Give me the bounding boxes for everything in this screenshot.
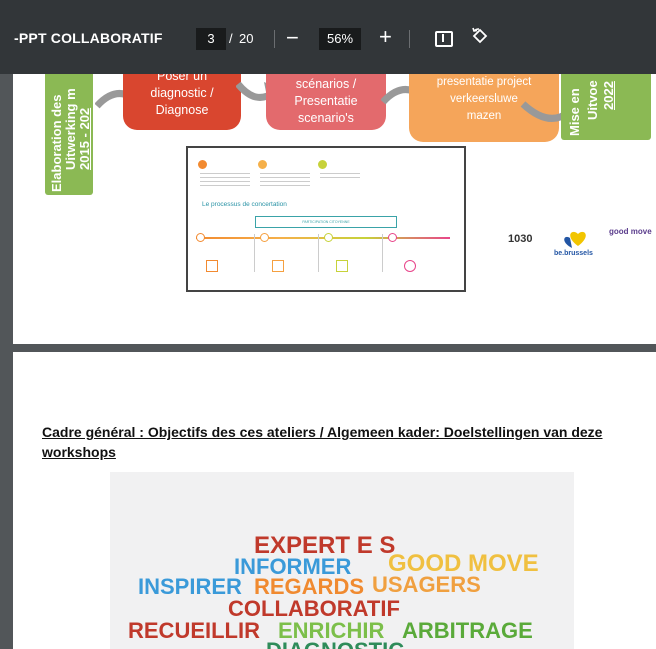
fit-page-icon[interactable] (435, 31, 453, 47)
be-brussels-text: be.brussels (554, 250, 593, 257)
word-cloud-word: USAGERS (372, 572, 481, 597)
step-marker (198, 160, 207, 169)
step-marker (318, 160, 327, 169)
timeline-end-line2: Uitvoe (585, 80, 600, 120)
rotate-icon[interactable] (470, 27, 490, 47)
pdf-toolbar: -PPT COLLABORATIF 3 / 20 − 56% + (0, 0, 656, 74)
toolbar-divider (409, 30, 410, 48)
document-icon (206, 260, 218, 272)
timeline-end-line1: Mise en (567, 88, 582, 136)
word-cloud-word: ARBITRAGE (402, 618, 533, 643)
schaerbeek-logo: 1030 (508, 233, 533, 245)
step-diagnose-line2: diagnostic / (150, 86, 214, 100)
word-cloud-word: RECUEILLIR (128, 618, 260, 643)
step-scenarios-line1: scénarios / (295, 77, 357, 91)
step-scenarios-line3: scenario's (298, 111, 354, 125)
timeline-start-line3: 2015 - 202 (77, 107, 92, 170)
pdf-page-3: Cadre général : Objectifs des ces atelie… (13, 352, 656, 649)
timeline-node (388, 233, 397, 242)
word-cloud-word: DIAGNOSTIC (266, 640, 404, 649)
timeline-node (324, 233, 333, 242)
page-total: 20 (239, 31, 254, 46)
zoom-in-button[interactable]: + (379, 22, 392, 52)
timeline-node (196, 233, 205, 242)
word-cloud-word: REGARDS (254, 574, 365, 599)
step-description (320, 172, 360, 180)
process-timeline (196, 237, 450, 239)
good-move-logo: good move (609, 227, 652, 236)
process-title: Le processus de concertation (202, 201, 287, 208)
concertation-process-diagram: Le processus de concertation PARTICIPATI… (186, 146, 466, 292)
section-heading: Cadre général : Objectifs des ces atelie… (42, 424, 603, 460)
toolbar-divider (274, 30, 275, 48)
page-separator: / (229, 31, 233, 46)
zoom-level-input[interactable]: 56% (319, 28, 361, 50)
word-cloud: EXPERT E S INFORMER GOOD MOVE INSPIRER R… (110, 472, 574, 649)
timeline-end-line3: 2022 (601, 81, 616, 110)
step-description (260, 172, 310, 186)
participation-bar: PARTICIPATION CITOYENNE (255, 216, 397, 228)
divider (254, 234, 255, 272)
document-title: -PPT COLLABORATIF (14, 30, 163, 46)
step-diagnose-line3: Diagnose (155, 103, 209, 117)
people-icon (404, 260, 416, 272)
zoom-out-button[interactable]: − (286, 23, 299, 53)
step-presentatie-line1: presentatie project (436, 76, 532, 88)
timeline-node (260, 233, 269, 242)
document-icon (272, 260, 284, 272)
timeline-start-box: Elaboration des Uitwerking m 2015 - 202 (45, 60, 93, 195)
word-cloud-word: INSPIRER (138, 574, 242, 599)
step-scenarios-line2: Presentatie (294, 94, 358, 108)
step-marker (258, 160, 267, 169)
divider (382, 234, 383, 272)
word-cloud-word: COLLABORATIF (228, 596, 400, 621)
page-number-input[interactable]: 3 (196, 28, 226, 50)
divider (318, 234, 319, 272)
document-icon (336, 260, 348, 272)
step-description (200, 172, 250, 186)
